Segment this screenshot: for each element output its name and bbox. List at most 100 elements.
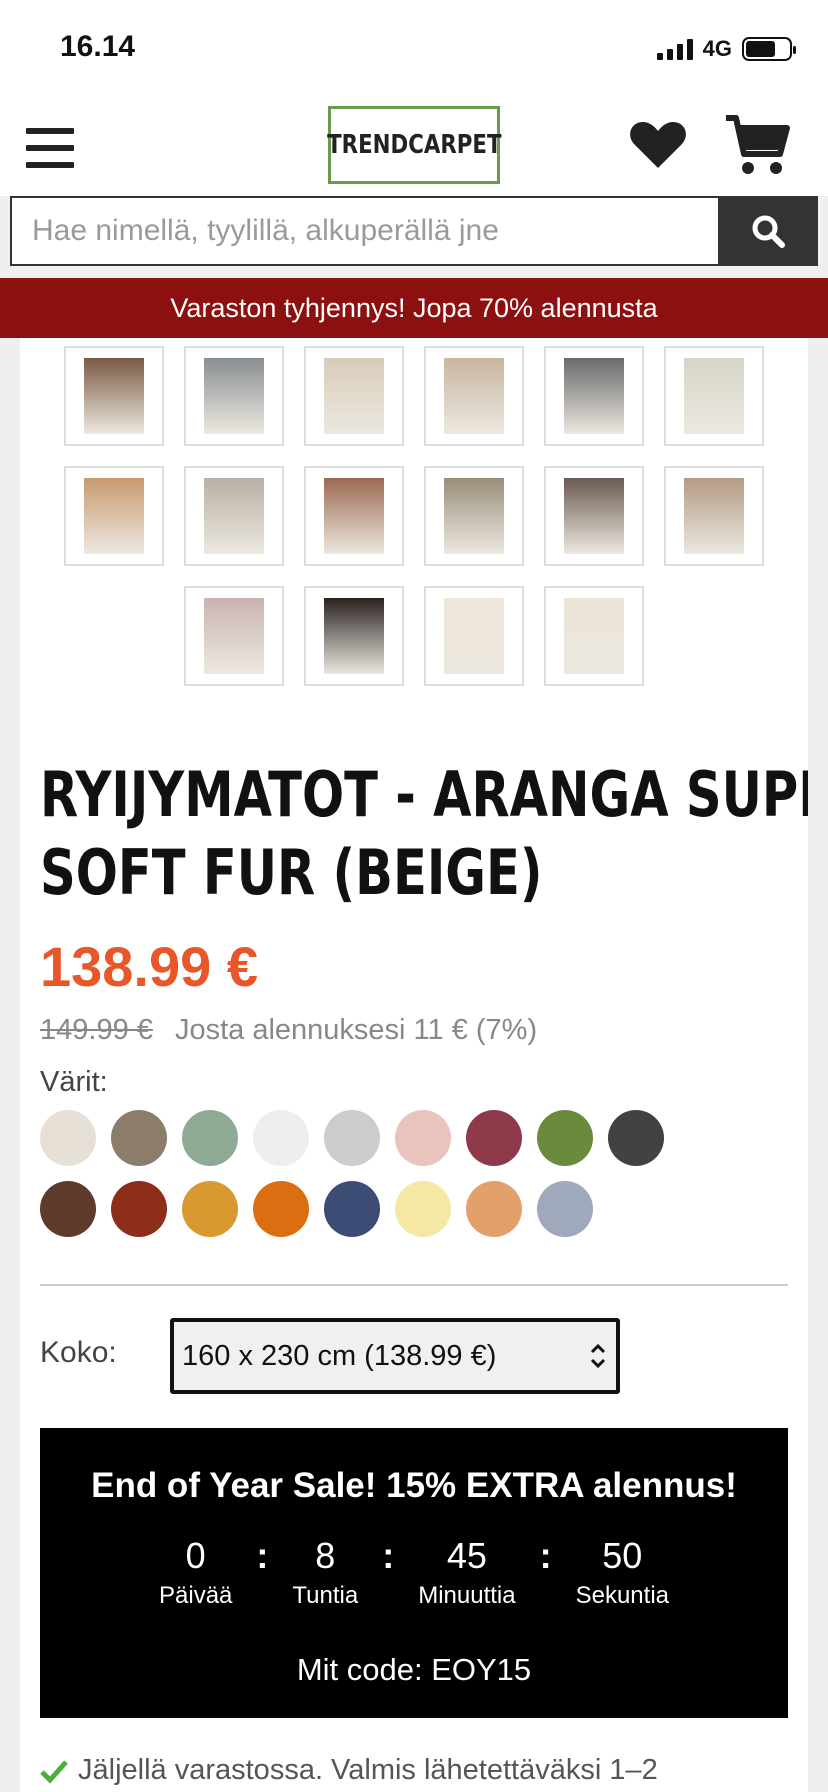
color-swatch[interactable]	[40, 1110, 96, 1166]
countdown-separator: :	[256, 1535, 269, 1576]
thumbnail-image	[684, 358, 744, 434]
color-swatch[interactable]	[111, 1181, 167, 1237]
gallery-thumbnail[interactable]	[664, 466, 764, 566]
thumbnail-image	[204, 478, 264, 554]
product-title-line: SOFT FUR (BEIGE)	[40, 836, 543, 909]
size-label: Koko:	[40, 1336, 117, 1369]
thumbnail-image	[204, 358, 264, 434]
image-gallery	[20, 346, 808, 706]
thumbnail-image	[84, 358, 144, 434]
sale-code: Mit code: EOY15	[296, 1652, 532, 1687]
gallery-thumbnail[interactable]	[184, 346, 284, 446]
search-input[interactable]	[10, 196, 718, 266]
network-type: 4G	[702, 36, 732, 61]
color-swatch[interactable]	[253, 1181, 309, 1237]
cart-icon[interactable]	[724, 114, 790, 176]
thumbnail-image	[204, 598, 264, 674]
countdown-unit: 8 Tuntia	[292, 1534, 358, 1614]
countdown-separator: :	[382, 1535, 395, 1576]
countdown-unit: 0 Päivää	[159, 1534, 232, 1614]
color-swatch[interactable]	[537, 1181, 593, 1237]
thumbnail-image	[684, 478, 744, 554]
thumbnail-image	[444, 358, 504, 434]
gallery-thumbnail[interactable]	[304, 346, 404, 446]
battery-icon	[742, 37, 796, 61]
color-swatch[interactable]	[608, 1110, 664, 1166]
search-bar	[10, 196, 818, 266]
color-swatch[interactable]	[395, 1110, 451, 1166]
countdown-value: 8	[315, 1535, 336, 1576]
status-time: 16.14	[60, 30, 136, 63]
promo-banner[interactable]: Varaston tyhjennys! Jopa 70% alennusta	[0, 278, 828, 338]
color-swatch[interactable]	[182, 1110, 238, 1166]
gallery-thumbnail[interactable]	[424, 346, 524, 446]
gallery-row	[20, 466, 808, 566]
gallery-thumbnail[interactable]	[424, 466, 524, 566]
divider	[40, 1284, 788, 1286]
product-title: RYIJYMATOT - ARANGA SUPER SOFT FUR (BEIG…	[40, 756, 808, 912]
product-price: 138.99 €	[40, 935, 258, 998]
countdown-timer: 0 Päivää: 8 Tuntia: 45 Minuuttia: 50 Sekuntia	[40, 1534, 788, 1614]
thumbnail-image	[84, 478, 144, 554]
menu-icon[interactable]	[26, 128, 74, 168]
countdown-label: Sekuntia	[575, 1582, 669, 1609]
gallery-thumbnail[interactable]	[664, 346, 764, 446]
thumbnail-image	[324, 598, 384, 674]
search-icon	[752, 215, 785, 248]
gallery-row	[20, 346, 808, 446]
discount-text: Josta alennuksesi 11 € (7%)	[174, 1014, 538, 1046]
heart-icon[interactable]	[628, 120, 688, 170]
promo-banner-text: Varaston tyhjennys! Jopa 70% alennusta	[170, 292, 658, 323]
color-swatch[interactable]	[324, 1181, 380, 1237]
thumbnail-image	[324, 358, 384, 434]
color-swatch[interactable]	[182, 1181, 238, 1237]
search-button[interactable]	[718, 196, 818, 266]
status-bar: 16.14 4G	[0, 0, 828, 100]
countdown-label: Tuntia	[292, 1582, 359, 1609]
countdown-label: Minuuttia	[418, 1582, 516, 1609]
size-select[interactable]: 160 x 230 cm (138.99 €)	[170, 1318, 620, 1394]
signal-icon	[656, 38, 693, 60]
size-select-value: 160 x 230 cm (138.99 €)	[182, 1339, 497, 1372]
gallery-thumbnail[interactable]	[544, 466, 644, 566]
gallery-thumbnail[interactable]	[424, 586, 524, 686]
gallery-thumbnail[interactable]	[184, 586, 284, 686]
gallery-thumbnail[interactable]	[64, 466, 164, 566]
gallery-thumbnail[interactable]	[184, 466, 284, 566]
color-swatch[interactable]	[111, 1110, 167, 1166]
countdown-value: 0	[185, 1535, 206, 1576]
countdown-label: Päivää	[159, 1582, 233, 1609]
color-swatch[interactable]	[395, 1181, 451, 1237]
color-swatch[interactable]	[40, 1181, 96, 1237]
color-swatch[interactable]	[324, 1110, 380, 1166]
sale-box: End of Year Sale! 15% EXTRA alennus! 0 Pä…	[40, 1428, 788, 1718]
countdown-value: 45	[446, 1535, 487, 1576]
colors-label: Värit:	[40, 1066, 108, 1098]
thumbnail-image	[444, 598, 504, 674]
gallery-thumbnail[interactable]	[544, 586, 644, 686]
color-swatch[interactable]	[537, 1110, 593, 1166]
stock-status: Jäljellä varastossa. Valmis lähetettäväk…	[40, 1754, 658, 1787]
site-header: TRENDCARPET	[0, 100, 828, 196]
gallery-thumbnail[interactable]	[304, 586, 404, 686]
gallery-thumbnail[interactable]	[544, 346, 644, 446]
gallery-thumbnail[interactable]	[304, 466, 404, 566]
thumbnail-image	[564, 358, 624, 434]
color-swatch[interactable]	[466, 1181, 522, 1237]
thumbnail-image	[444, 478, 504, 554]
color-swatches	[40, 1110, 700, 1237]
logo-text: TRENDCARPET	[326, 130, 502, 160]
status-indicators: 4G	[656, 36, 796, 62]
countdown-unit: 50 Sekuntia	[576, 1534, 669, 1614]
old-price: 149.99 €	[40, 1014, 153, 1046]
countdown-separator: :	[539, 1535, 552, 1576]
logo[interactable]: TRENDCARPET	[326, 106, 502, 184]
gallery-thumbnail[interactable]	[64, 346, 164, 446]
thumbnail-image	[564, 478, 624, 554]
sale-title: End of Year Sale! 15% EXTRA alennus!	[91, 1466, 737, 1505]
color-swatch[interactable]	[253, 1110, 309, 1166]
product-panel: RYIJYMATOT - ARANGA SUPER SOFT FUR (BEIG…	[20, 338, 808, 1792]
countdown-unit: 45 Minuuttia	[418, 1534, 515, 1614]
chevron-updown-icon	[590, 1343, 606, 1369]
color-swatch[interactable]	[466, 1110, 522, 1166]
